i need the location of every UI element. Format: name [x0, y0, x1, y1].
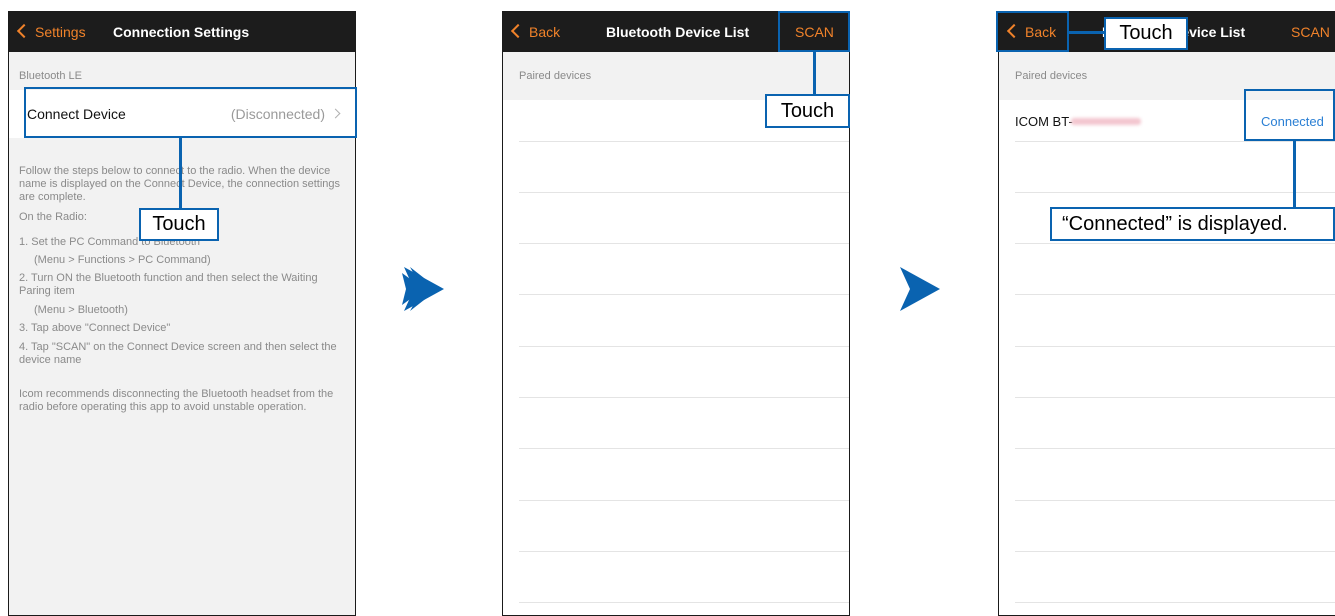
list-divider — [519, 602, 849, 603]
section-header-bar: Paired devices — [503, 52, 849, 100]
instruction-step-1-path: (Menu > Functions > PC Command) — [34, 254, 211, 266]
list-divider — [519, 141, 849, 142]
callout-touch-label: Touch — [139, 208, 219, 241]
callout-touch-label: Touch — [1104, 17, 1188, 50]
callout-connector — [1293, 141, 1296, 208]
list-divider — [519, 192, 849, 193]
callout-connector — [813, 52, 816, 94]
nav-title: Connection Settings — [113, 24, 250, 40]
instruction-recommendation: Icom recommends disconnecting the Blueto… — [19, 388, 334, 413]
scan-button[interactable]: SCAN — [1291, 12, 1330, 52]
instruction-step-3: 3. Tap above "Connect Device" — [19, 322, 171, 334]
list-divider — [1015, 294, 1335, 295]
list-divider — [519, 346, 849, 347]
callout-touch-label: Touch — [765, 94, 850, 128]
callout-connector — [1069, 31, 1105, 34]
list-divider — [1015, 141, 1335, 142]
instruction-step-2-path: (Menu > Bluetooth) — [34, 304, 128, 316]
list-divider — [1015, 448, 1335, 449]
highlight-connected-status — [1244, 89, 1335, 141]
list-divider — [519, 448, 849, 449]
device-name: ICOM BT- — [1015, 114, 1073, 129]
back-button[interactable]: Back — [510, 12, 560, 52]
section-header: Bluetooth LE — [19, 70, 82, 82]
list-divider — [1015, 346, 1335, 347]
device-id-blurred — [1071, 118, 1141, 125]
section-header: Paired devices — [1015, 70, 1088, 82]
list-divider — [1015, 397, 1335, 398]
chevron-left-icon — [510, 23, 526, 39]
list-divider — [519, 551, 849, 552]
chevron-left-icon — [16, 23, 32, 39]
list-divider — [1015, 602, 1335, 603]
list-divider — [1015, 192, 1335, 193]
list-divider — [519, 243, 849, 244]
highlight-scan-button — [778, 11, 850, 52]
instruction-step-4: 4. Tap "SCAN" on the Connect Device scre… — [19, 341, 337, 366]
section-header: Paired devices — [519, 70, 592, 82]
highlight-back-button — [996, 11, 1069, 52]
arrow-right-icon — [402, 267, 444, 311]
instruction-intro: Follow the steps below to connect to the… — [19, 165, 341, 203]
list-divider — [1015, 500, 1335, 501]
list-divider — [519, 397, 849, 398]
arrow-right-icon — [900, 267, 940, 311]
list-divider — [1015, 551, 1335, 552]
back-button[interactable]: Settings — [16, 12, 86, 52]
instruction-step-2: 2. Turn ON the Bluetooth function and th… — [19, 272, 318, 297]
nav-title: Bluetooth Device List — [606, 24, 750, 40]
list-divider — [519, 500, 849, 501]
highlight-connect-device — [24, 87, 357, 138]
list-divider — [1015, 243, 1335, 244]
callout-connector — [179, 138, 182, 209]
nav-bar: Settings Connection Settings — [9, 12, 355, 52]
callout-connected-label: “Connected” is displayed. — [1050, 207, 1335, 241]
list-divider — [519, 294, 849, 295]
